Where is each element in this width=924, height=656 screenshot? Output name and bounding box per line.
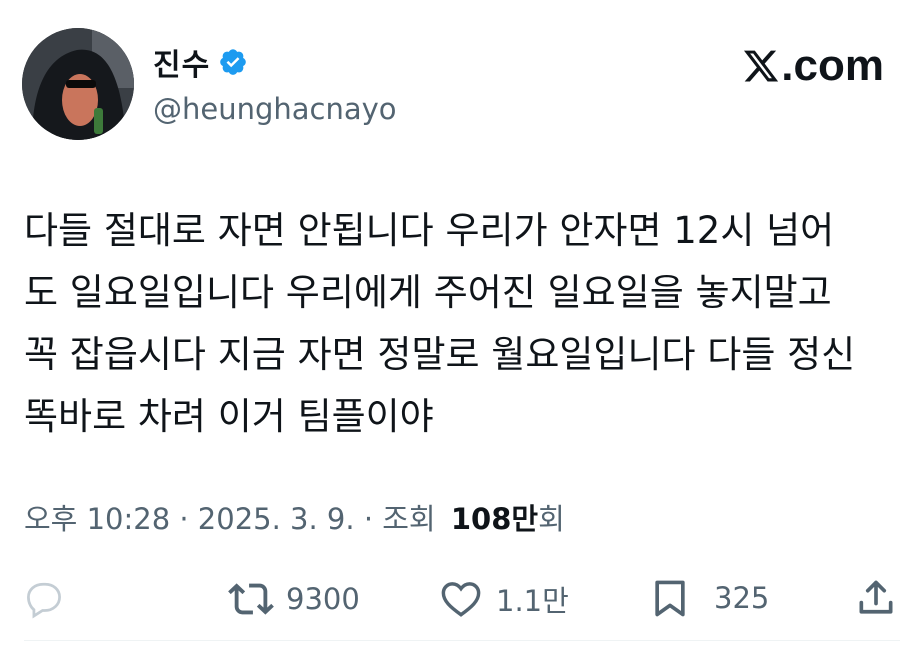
timestamp[interactable]: 오후 10:28 · 2025. 3. 9. · 조회 — [24, 496, 445, 538]
bookmark-count: 325 — [714, 581, 770, 615]
heart-icon — [441, 582, 481, 617]
avatar[interactable] — [22, 28, 134, 140]
bookmark-icon — [655, 580, 685, 617]
author-handle[interactable]: @heunghacnayo — [153, 92, 397, 126]
share-icon — [859, 580, 893, 614]
like-button[interactable]: 1.1만 — [438, 576, 569, 622]
like-count: 1.1만 — [496, 584, 569, 618]
action-bar: 9300 1.1만 325 — [0, 570, 924, 626]
tweet-line: 다들 절대로 자면 안됩니다 우리가 안자면 12시 넘어 — [24, 209, 835, 252]
x-logo-icon — [744, 50, 779, 82]
retweet-icon — [228, 583, 274, 615]
verified-badge-icon — [220, 49, 247, 75]
tweet-meta: 오후 10:28 · 2025. 3. 9. · 조회 108만 회 — [24, 496, 565, 538]
brand-text: .com — [781, 41, 884, 90]
avatar-image — [22, 28, 134, 140]
retweet-count: 9300 — [286, 582, 360, 616]
author-name-row[interactable]: 진수 — [153, 40, 248, 84]
tweet-text: 다들 절대로 자면 안됩니다 우리가 안자면 12시 넘어 도 일요일입니다 우… — [24, 200, 904, 448]
tweet-line: 똑바로 차려 이거 팀플이야 — [24, 395, 434, 438]
author-display-name[interactable]: 진수 — [153, 40, 210, 84]
divider — [24, 640, 900, 641]
tweet-line: 꼭 잡읍시다 지금 자면 정말로 월요일입니다 다들 정신 — [24, 333, 856, 376]
share-button[interactable] — [854, 576, 898, 620]
reply-bubble-icon — [27, 582, 61, 619]
views-suffix: 회 — [538, 502, 565, 536]
bookmark-button[interactable]: 325 — [648, 576, 769, 620]
tweet-line: 도 일요일입니다 우리에게 주어진 일요일을 놓지말고 — [24, 271, 832, 314]
views-count[interactable]: 108만 — [451, 496, 538, 538]
brand-logo: .com — [742, 44, 884, 88]
reply-button[interactable] — [22, 576, 66, 620]
retweet-button[interactable]: 9300 — [228, 576, 360, 622]
